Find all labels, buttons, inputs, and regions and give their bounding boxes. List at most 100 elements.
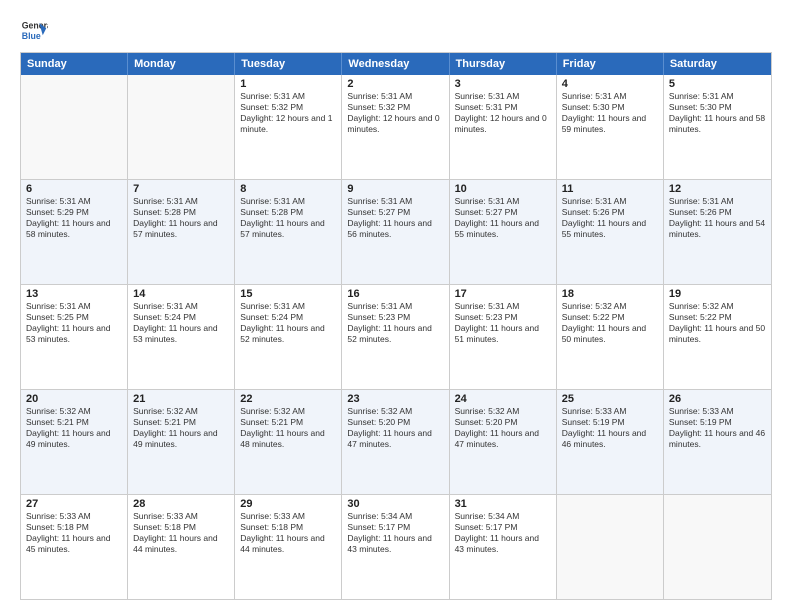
calendar-week-1: 1Sunrise: 5:31 AM Sunset: 5:32 PM Daylig… — [21, 75, 771, 179]
header-day-thursday: Thursday — [450, 53, 557, 75]
calendar-cell — [557, 495, 664, 599]
calendar-cell: 24Sunrise: 5:32 AM Sunset: 5:20 PM Dayli… — [450, 390, 557, 494]
calendar-cell: 22Sunrise: 5:32 AM Sunset: 5:21 PM Dayli… — [235, 390, 342, 494]
day-number: 28 — [133, 498, 229, 510]
day-number: 18 — [562, 288, 658, 300]
day-number: 14 — [133, 288, 229, 300]
cell-info: Sunrise: 5:31 AM Sunset: 5:27 PM Dayligh… — [347, 196, 443, 240]
cell-info: Sunrise: 5:31 AM Sunset: 5:25 PM Dayligh… — [26, 301, 122, 345]
cell-info: Sunrise: 5:31 AM Sunset: 5:24 PM Dayligh… — [133, 301, 229, 345]
day-number: 20 — [26, 393, 122, 405]
logo-icon: General Blue — [20, 16, 48, 44]
calendar-cell: 23Sunrise: 5:32 AM Sunset: 5:20 PM Dayli… — [342, 390, 449, 494]
logo: General Blue — [20, 16, 54, 44]
day-number: 16 — [347, 288, 443, 300]
day-number: 19 — [669, 288, 766, 300]
cell-info: Sunrise: 5:33 AM Sunset: 5:18 PM Dayligh… — [133, 511, 229, 555]
page: General Blue SundayMondayTuesdayWednesda… — [0, 0, 792, 612]
cell-info: Sunrise: 5:31 AM Sunset: 5:26 PM Dayligh… — [562, 196, 658, 240]
cell-info: Sunrise: 5:32 AM Sunset: 5:22 PM Dayligh… — [562, 301, 658, 345]
calendar-week-2: 6Sunrise: 5:31 AM Sunset: 5:29 PM Daylig… — [21, 179, 771, 284]
cell-info: Sunrise: 5:34 AM Sunset: 5:17 PM Dayligh… — [347, 511, 443, 555]
cell-info: Sunrise: 5:31 AM Sunset: 5:23 PM Dayligh… — [455, 301, 551, 345]
cell-info: Sunrise: 5:31 AM Sunset: 5:30 PM Dayligh… — [669, 91, 766, 135]
calendar-body: 1Sunrise: 5:31 AM Sunset: 5:32 PM Daylig… — [21, 75, 771, 599]
day-number: 11 — [562, 183, 658, 195]
cell-info: Sunrise: 5:31 AM Sunset: 5:32 PM Dayligh… — [347, 91, 443, 135]
cell-info: Sunrise: 5:31 AM Sunset: 5:29 PM Dayligh… — [26, 196, 122, 240]
cell-info: Sunrise: 5:32 AM Sunset: 5:20 PM Dayligh… — [455, 406, 551, 450]
header-day-friday: Friday — [557, 53, 664, 75]
cell-info: Sunrise: 5:31 AM Sunset: 5:26 PM Dayligh… — [669, 196, 766, 240]
header-day-sunday: Sunday — [21, 53, 128, 75]
header-day-saturday: Saturday — [664, 53, 771, 75]
calendar-cell: 7Sunrise: 5:31 AM Sunset: 5:28 PM Daylig… — [128, 180, 235, 284]
day-number: 30 — [347, 498, 443, 510]
calendar-cell: 17Sunrise: 5:31 AM Sunset: 5:23 PM Dayli… — [450, 285, 557, 389]
calendar-cell: 19Sunrise: 5:32 AM Sunset: 5:22 PM Dayli… — [664, 285, 771, 389]
day-number: 27 — [26, 498, 122, 510]
cell-info: Sunrise: 5:32 AM Sunset: 5:21 PM Dayligh… — [26, 406, 122, 450]
cell-info: Sunrise: 5:33 AM Sunset: 5:19 PM Dayligh… — [669, 406, 766, 450]
calendar-cell: 12Sunrise: 5:31 AM Sunset: 5:26 PM Dayli… — [664, 180, 771, 284]
calendar-cell: 3Sunrise: 5:31 AM Sunset: 5:31 PM Daylig… — [450, 75, 557, 179]
calendar-cell: 25Sunrise: 5:33 AM Sunset: 5:19 PM Dayli… — [557, 390, 664, 494]
calendar-cell: 13Sunrise: 5:31 AM Sunset: 5:25 PM Dayli… — [21, 285, 128, 389]
calendar-cell: 21Sunrise: 5:32 AM Sunset: 5:21 PM Dayli… — [128, 390, 235, 494]
header-day-wednesday: Wednesday — [342, 53, 449, 75]
day-number: 21 — [133, 393, 229, 405]
calendar-cell: 18Sunrise: 5:32 AM Sunset: 5:22 PM Dayli… — [557, 285, 664, 389]
calendar-header: SundayMondayTuesdayWednesdayThursdayFrid… — [21, 53, 771, 75]
day-number: 10 — [455, 183, 551, 195]
calendar-cell: 26Sunrise: 5:33 AM Sunset: 5:19 PM Dayli… — [664, 390, 771, 494]
cell-info: Sunrise: 5:34 AM Sunset: 5:17 PM Dayligh… — [455, 511, 551, 555]
day-number: 5 — [669, 78, 766, 90]
day-number: 23 — [347, 393, 443, 405]
calendar-cell: 30Sunrise: 5:34 AM Sunset: 5:17 PM Dayli… — [342, 495, 449, 599]
calendar-cell — [128, 75, 235, 179]
day-number: 22 — [240, 393, 336, 405]
calendar-cell: 10Sunrise: 5:31 AM Sunset: 5:27 PM Dayli… — [450, 180, 557, 284]
day-number: 13 — [26, 288, 122, 300]
day-number: 31 — [455, 498, 551, 510]
calendar-cell: 31Sunrise: 5:34 AM Sunset: 5:17 PM Dayli… — [450, 495, 557, 599]
calendar-cell: 1Sunrise: 5:31 AM Sunset: 5:32 PM Daylig… — [235, 75, 342, 179]
cell-info: Sunrise: 5:31 AM Sunset: 5:24 PM Dayligh… — [240, 301, 336, 345]
calendar-week-5: 27 Sunrise: 5:33 AM Sunset: 5:18 PM Dayli… — [21, 494, 771, 599]
day-number: 29 — [240, 498, 336, 510]
cell-info: Sunrise: 5:31 AM Sunset: 5:27 PM Dayligh… — [455, 196, 551, 240]
day-number: 24 — [455, 393, 551, 405]
cell-info: Sunrise: 5:32 AM Sunset: 5:21 PM Dayligh… — [133, 406, 229, 450]
cell-info: Sunrise: 5:31 AM Sunset: 5:30 PM Dayligh… — [562, 91, 658, 135]
day-number: 26 — [669, 393, 766, 405]
calendar-cell: 27Sunrise: 5:33 AM Sunset: 5:18 PM Dayli… — [21, 495, 128, 599]
calendar: SundayMondayTuesdayWednesdayThursdayFrid… — [20, 52, 772, 600]
cell-info: Sunrise: 5:31 AM Sunset: 5:28 PM Dayligh… — [240, 196, 336, 240]
calendar-cell — [664, 495, 771, 599]
cell-info: Sunrise: 5:31 AM Sunset: 5:31 PM Dayligh… — [455, 91, 551, 135]
svg-text:Blue: Blue — [22, 31, 41, 41]
day-number: 2 — [347, 78, 443, 90]
calendar-cell: 15Sunrise: 5:31 AM Sunset: 5:24 PM Dayli… — [235, 285, 342, 389]
header-day-monday: Monday — [128, 53, 235, 75]
calendar-cell: 2Sunrise: 5:31 AM Sunset: 5:32 PM Daylig… — [342, 75, 449, 179]
cell-info: Sunrise: 5:33 AM Sunset: 5:19 PM Dayligh… — [562, 406, 658, 450]
day-number: 15 — [240, 288, 336, 300]
calendar-cell — [21, 75, 128, 179]
calendar-week-4: 20Sunrise: 5:32 AM Sunset: 5:21 PM Dayli… — [21, 389, 771, 494]
calendar-cell: 9Sunrise: 5:31 AM Sunset: 5:27 PM Daylig… — [342, 180, 449, 284]
day-number: 6 — [26, 183, 122, 195]
calendar-cell: 5Sunrise: 5:31 AM Sunset: 5:30 PM Daylig… — [664, 75, 771, 179]
calendar-cell: 14Sunrise: 5:31 AM Sunset: 5:24 PM Dayli… — [128, 285, 235, 389]
day-number: 25 — [562, 393, 658, 405]
calendar-cell: 6Sunrise: 5:31 AM Sunset: 5:29 PM Daylig… — [21, 180, 128, 284]
cell-info: Sunrise: 5:32 AM Sunset: 5:22 PM Dayligh… — [669, 301, 766, 345]
calendar-cell: 28Sunrise: 5:33 AM Sunset: 5:18 PM Dayli… — [128, 495, 235, 599]
cell-info: Sunrise: 5:31 AM Sunset: 5:23 PM Dayligh… — [347, 301, 443, 345]
day-number: 8 — [240, 183, 336, 195]
day-number: 3 — [455, 78, 551, 90]
cell-info: Sunrise: 5:32 AM Sunset: 5:21 PM Dayligh… — [240, 406, 336, 450]
calendar-cell: 8Sunrise: 5:31 AM Sunset: 5:28 PM Daylig… — [235, 180, 342, 284]
calendar-cell: 29Sunrise: 5:33 AM Sunset: 5:18 PM Dayli… — [235, 495, 342, 599]
cell-info: Sunrise: 5:31 AM Sunset: 5:32 PM Dayligh… — [240, 91, 336, 135]
